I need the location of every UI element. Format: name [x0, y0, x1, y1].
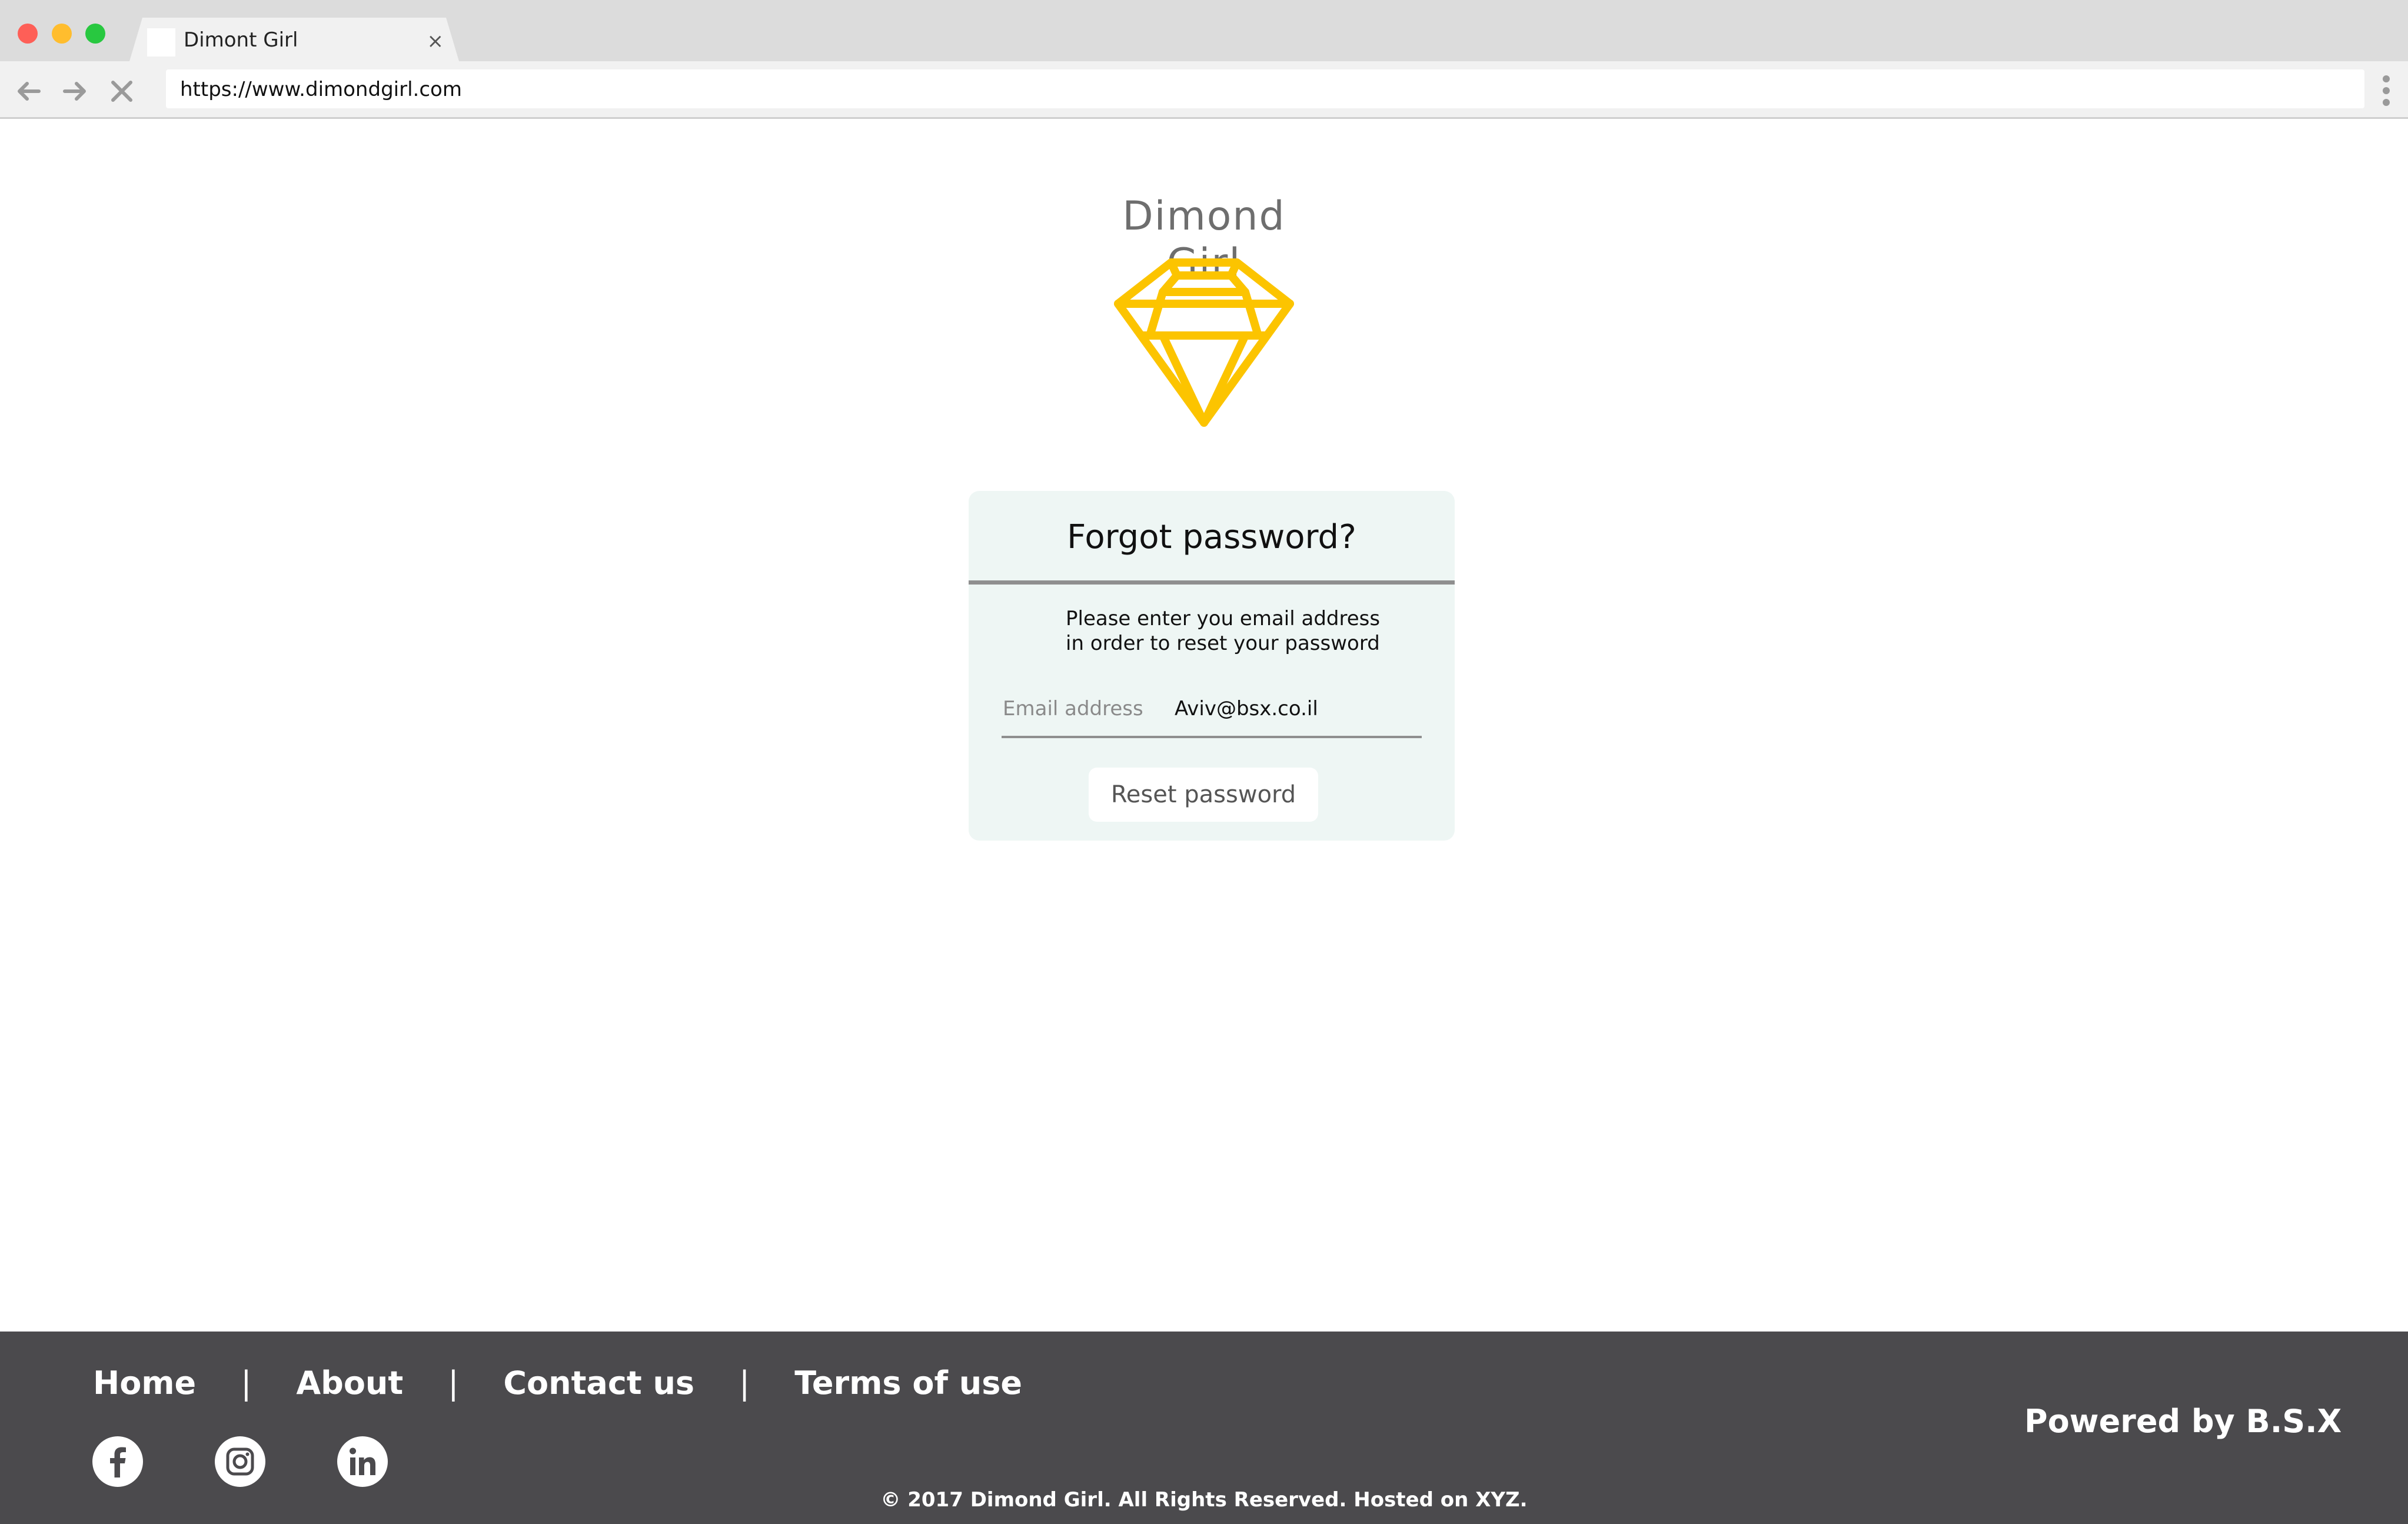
tab-title: Dimont Girl — [184, 28, 298, 52]
footer-nav: Home | About | Contact us | Terms of use — [93, 1362, 1022, 1403]
footer: Home | About | Contact us | Terms of use… — [0, 1332, 2408, 1524]
copyright-text: © 2017 Dimond Girl. All Rights Reserved.… — [880, 1488, 1528, 1512]
browser-toolbar: https://www.dimondgirl.com — [0, 61, 2408, 119]
linkedin-icon[interactable] — [337, 1436, 388, 1487]
card-title: Forgot password? — [1067, 518, 1356, 556]
footer-separator: | — [448, 1364, 459, 1402]
description-line: in order to reset your password — [1066, 632, 1380, 655]
footer-link-terms[interactable]: Terms of use — [794, 1364, 1022, 1402]
forgot-password-card: Forgot password? Please enter you email … — [969, 491, 1455, 841]
maximize-window-button[interactable] — [85, 24, 105, 44]
stop-loading-icon[interactable] — [106, 75, 138, 107]
card-divider — [969, 580, 1455, 585]
email-label: Email address — [1003, 697, 1143, 721]
back-arrow-icon[interactable] — [13, 75, 45, 107]
footer-separator: | — [241, 1364, 252, 1402]
email-underline — [1002, 736, 1422, 738]
tab-close-icon[interactable]: × — [427, 29, 444, 53]
browser-tab-bar: Dimont Girl × — [0, 0, 2408, 61]
diamond-icon — [1112, 258, 1296, 427]
powered-by-text: Powered by B.S.X — [2024, 1403, 2342, 1440]
facebook-icon[interactable] — [92, 1436, 143, 1487]
url-text: https://www.dimondgirl.com — [180, 78, 462, 101]
browser-menu-icon[interactable] — [2377, 73, 2395, 108]
forward-arrow-icon[interactable] — [59, 75, 91, 107]
footer-separator: | — [739, 1364, 750, 1402]
address-bar[interactable]: https://www.dimondgirl.com — [166, 69, 2364, 108]
card-description: Please enter you email address in order … — [1066, 606, 1395, 656]
description-line: Please enter you email address — [1066, 607, 1381, 630]
favicon-icon — [147, 28, 175, 57]
minimize-window-button[interactable] — [52, 24, 72, 44]
browser-tab[interactable]: Dimont Girl × — [129, 18, 459, 61]
instagram-icon[interactable] — [215, 1436, 265, 1487]
reset-password-button[interactable]: Reset password — [1089, 768, 1318, 822]
footer-link-home[interactable]: Home — [93, 1364, 196, 1402]
footer-link-contact[interactable]: Contact us — [503, 1364, 694, 1402]
footer-link-about[interactable]: About — [296, 1364, 403, 1402]
email-field[interactable] — [1175, 695, 1410, 723]
close-window-button[interactable] — [18, 24, 38, 44]
